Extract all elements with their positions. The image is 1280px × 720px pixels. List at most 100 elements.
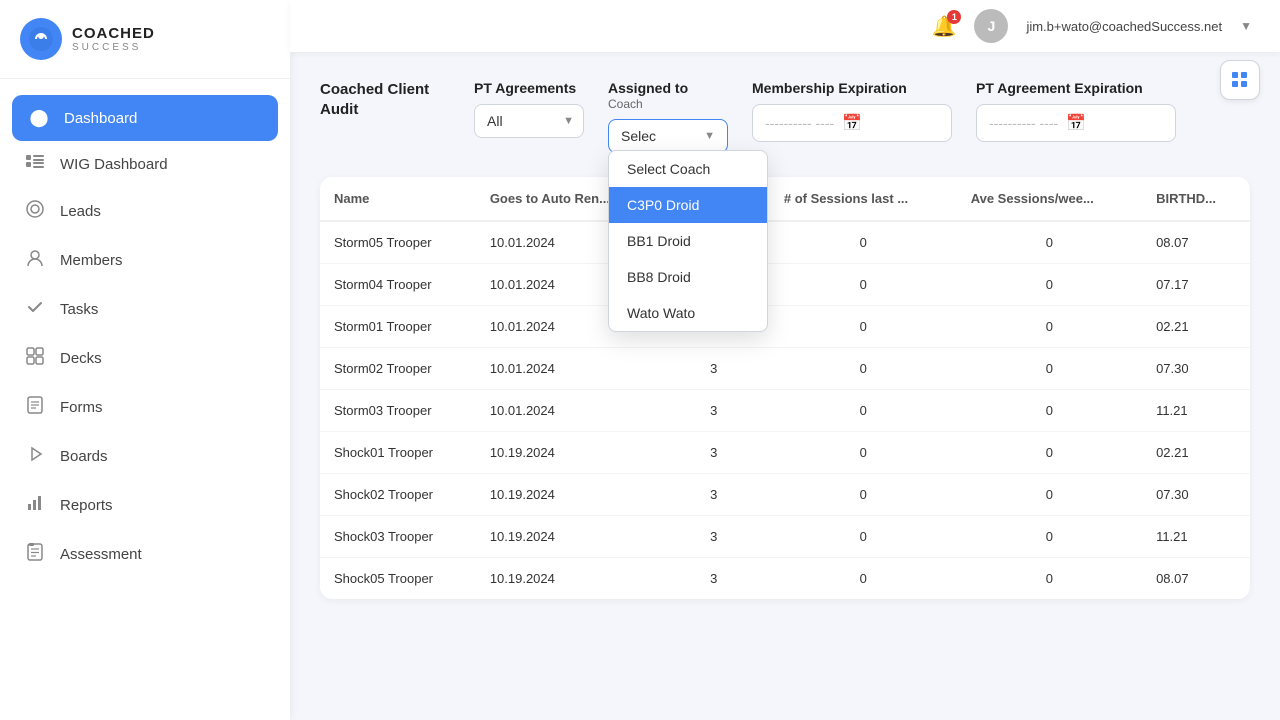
logo-text: COACHED SUCCESS — [72, 25, 155, 53]
coach-filter-group: Assigned to Coach Selec ▼ Select Coach C… — [608, 80, 728, 153]
topbar-chevron-icon[interactable]: ▼ — [1240, 19, 1252, 33]
dropdown-item-c3po-droid[interactable]: C3P0 Droid — [609, 187, 767, 223]
cell-birthday: 08.07 — [1142, 221, 1250, 264]
pt-agreements-select[interactable]: All — [474, 104, 584, 138]
tasks-icon — [24, 298, 46, 321]
sidebar-item-forms[interactable]: Forms — [0, 383, 290, 432]
sidebar-item-label: Dashboard — [64, 110, 137, 127]
grid-view-button[interactable] — [1220, 60, 1260, 100]
pt-agreements-select-wrapper: All ▼ — [474, 104, 584, 138]
sidebar-item-tasks[interactable]: Tasks — [0, 285, 290, 334]
data-table-container: Name Goes to Auto Ren... ...equency # of… — [320, 177, 1250, 599]
cell-birthday: 07.30 — [1142, 348, 1250, 390]
coach-select-button[interactable]: Selec ▼ — [608, 119, 728, 153]
cell-name: Shock01 Trooper — [320, 432, 476, 474]
cell-sessions-last: 0 — [770, 474, 957, 516]
col-header-name: Name — [320, 177, 476, 221]
wig-dashboard-icon — [24, 154, 46, 174]
cell-auto-renew: 10.19.2024 — [476, 558, 658, 600]
user-email: jim.b+wato@coachedSuccess.net — [1026, 19, 1222, 34]
table-row: Storm02 Trooper 10.01.2024 3 0 0 07.30 — [320, 348, 1250, 390]
sidebar-item-label: Tasks — [60, 301, 98, 318]
sidebar-item-wig-dashboard[interactable]: WIG Dashboard — [0, 141, 290, 187]
col-header-sessions-last: # of Sessions last ... — [770, 177, 957, 221]
grid-icon — [1231, 71, 1249, 89]
table-row: Storm05 Trooper 10.01.2024 0 0 08.07 — [320, 221, 1250, 264]
bell-badge: 1 — [947, 10, 961, 24]
cell-name: Shock05 Trooper — [320, 558, 476, 600]
cell-name: Shock03 Trooper — [320, 516, 476, 558]
cell-birthday: 02.21 — [1142, 432, 1250, 474]
sidebar-item-members[interactable]: Members — [0, 236, 290, 285]
decks-icon — [24, 347, 46, 370]
user-avatar[interactable]: J — [974, 9, 1008, 43]
sidebar-item-boards[interactable]: Boards — [0, 432, 290, 481]
membership-calendar-icon[interactable]: 📅 — [842, 113, 862, 133]
forms-icon — [24, 396, 46, 419]
membership-date-value: ---------- ---- — [765, 115, 834, 131]
cell-ave-sessions: 0 — [957, 432, 1142, 474]
sidebar-item-dashboard[interactable]: ⬤ Dashboard — [12, 95, 278, 141]
sidebar-item-decks[interactable]: Decks — [0, 334, 290, 383]
cell-ave-sessions: 0 — [957, 348, 1142, 390]
sidebar-item-label: Decks — [60, 350, 102, 367]
membership-expiration-input[interactable]: ---------- ---- 📅 — [752, 104, 952, 142]
reports-icon — [24, 494, 46, 517]
dropdown-item-bb1-droid[interactable]: BB1 Droid — [609, 223, 767, 259]
cell-sessions-last: 0 — [770, 264, 957, 306]
coach-select-value: Selec — [621, 128, 656, 144]
pt-calendar-icon[interactable]: 📅 — [1066, 113, 1086, 133]
cell-auto-renew: 10.19.2024 — [476, 474, 658, 516]
notifications-bell[interactable]: 🔔 1 — [932, 14, 957, 39]
sidebar-item-label: WIG Dashboard — [60, 156, 168, 173]
cell-auto-renew: 10.01.2024 — [476, 348, 658, 390]
table-row: Storm01 Trooper 10.01.2024 3 0 0 02.21 — [320, 306, 1250, 348]
cell-frequency: 3 — [658, 432, 770, 474]
sidebar-item-reports[interactable]: Reports — [0, 481, 290, 530]
table-row: Storm04 Trooper 10.01.2024 0 0 07.17 — [320, 264, 1250, 306]
dropdown-item-bb8-droid[interactable]: BB8 Droid — [609, 259, 767, 295]
coach-sub-label: Coach — [608, 97, 728, 111]
dropdown-item-wato-wato[interactable]: Wato Wato — [609, 295, 767, 331]
cell-sessions-last: 0 — [770, 390, 957, 432]
cell-frequency: 3 — [658, 558, 770, 600]
cell-birthday: 07.17 — [1142, 264, 1250, 306]
cell-sessions-last: 0 — [770, 558, 957, 600]
sidebar-item-label: Assessment — [60, 546, 142, 563]
cell-ave-sessions: 0 — [957, 474, 1142, 516]
cell-auto-renew: 10.19.2024 — [476, 432, 658, 474]
sidebar-item-leads[interactable]: Leads — [0, 187, 290, 236]
pt-agreement-expiration-filter: PT Agreement Expiration ---------- ---- … — [976, 80, 1176, 142]
boards-icon — [24, 445, 46, 468]
cell-sessions-last: 0 — [770, 348, 957, 390]
assessment-icon — [24, 543, 46, 566]
page-title: Coached Client Audit — [320, 80, 450, 119]
sidebar-item-label: Leads — [60, 203, 101, 220]
assigned-to-label: Assigned to — [608, 80, 728, 96]
cell-sessions-last: 0 — [770, 516, 957, 558]
sidebar-item-label: Boards — [60, 448, 108, 465]
cell-ave-sessions: 0 — [957, 516, 1142, 558]
coach-dropdown: Select Coach C3P0 Droid BB1 Droid BB8 Dr… — [608, 150, 768, 332]
topbar: 🔔 1 J jim.b+wato@coachedSuccess.net ▼ — [290, 0, 1280, 52]
pt-agreement-expiration-label: PT Agreement Expiration — [976, 80, 1176, 96]
sidebar-nav: ⬤ Dashboard WIG Dashboard Leads Members — [0, 79, 290, 720]
cell-name: Storm04 Trooper — [320, 264, 476, 306]
coach-select-arrow-icon: ▼ — [704, 130, 715, 142]
cell-name: Storm02 Trooper — [320, 348, 476, 390]
cell-birthday: 08.07 — [1142, 558, 1250, 600]
cell-ave-sessions: 0 — [957, 306, 1142, 348]
cell-auto-renew: 10.01.2024 — [476, 390, 658, 432]
logo-icon — [20, 18, 62, 60]
cell-name: Storm03 Trooper — [320, 390, 476, 432]
coached-client-table: Name Goes to Auto Ren... ...equency # of… — [320, 177, 1250, 599]
dropdown-item-select-coach[interactable]: Select Coach — [609, 151, 767, 187]
sidebar-item-assessment[interactable]: Assessment — [0, 530, 290, 579]
cell-name: Storm01 Trooper — [320, 306, 476, 348]
sidebar: COACHED SUCCESS ⬤ Dashboard WIG Dashboar… — [0, 0, 290, 720]
main-content: Coached Client Audit PT Agreements All ▼… — [290, 52, 1280, 720]
cell-frequency: 3 — [658, 474, 770, 516]
page-title-group: Coached Client Audit — [320, 80, 450, 119]
pt-agreement-expiration-input[interactable]: ---------- ---- 📅 — [976, 104, 1176, 142]
table-row: Shock03 Trooper 10.19.2024 3 0 0 11.21 — [320, 516, 1250, 558]
